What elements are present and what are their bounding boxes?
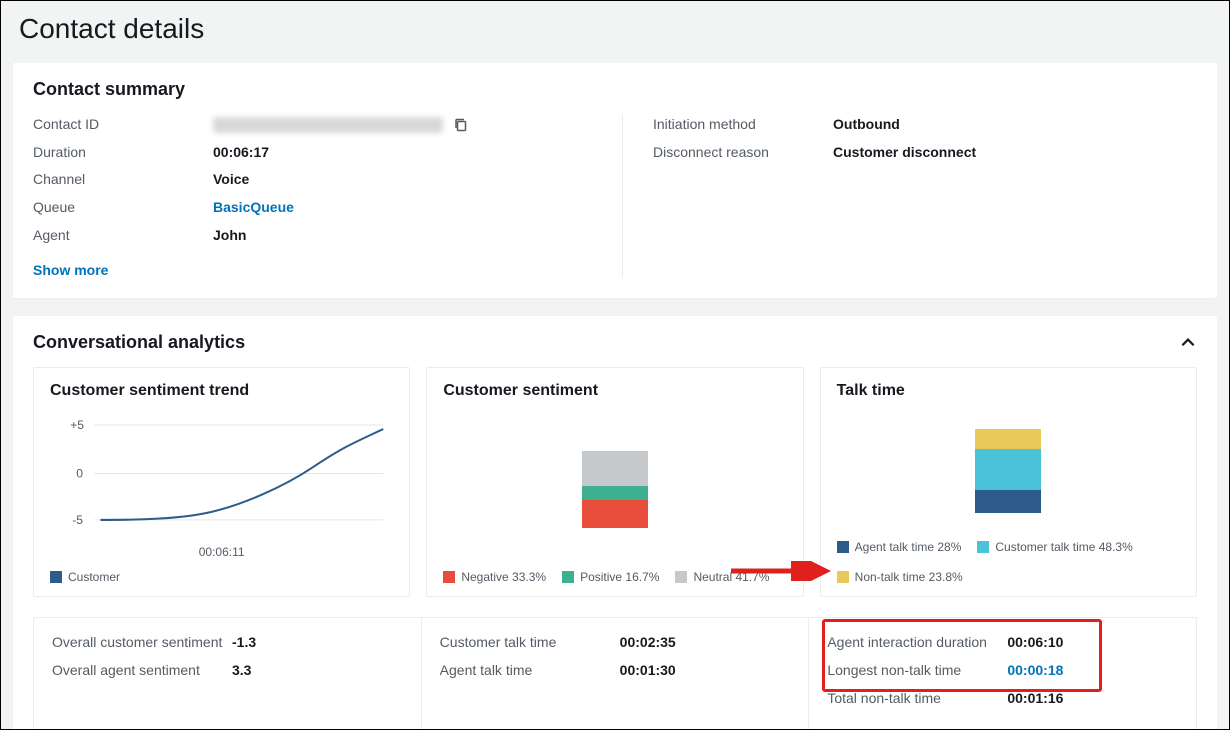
agent-talk-time-value: 00:01:30 (620, 660, 676, 682)
stat-label: Overall customer sentiment (52, 632, 232, 654)
kv-label: Agent (33, 225, 213, 247)
conversational-analytics-title: Conversational analytics (33, 332, 245, 353)
collapse-toggle[interactable] (1179, 334, 1197, 352)
legend-item: Neutral 41.7% (675, 570, 769, 584)
trend-x-label: 00:06:11 (50, 545, 393, 559)
sentiment-stacked-bar (582, 444, 648, 528)
page-title: Contact details (1, 1, 1229, 63)
seg-customer-talk (975, 449, 1041, 490)
show-more-link[interactable]: Show more (33, 262, 108, 278)
legend-label: Customer talk time 48.3% (995, 540, 1132, 554)
seg-non-talk (975, 429, 1041, 449)
talktime-stacked-bar (975, 429, 1041, 513)
kv-label: Duration (33, 142, 213, 164)
legend-item: Customer talk time 48.3% (977, 540, 1132, 554)
agent-value: John (213, 225, 246, 247)
customer-sentiment-panel: Customer sentiment Negative 33.3% (426, 367, 803, 597)
stat-label: Customer talk time (440, 632, 620, 654)
contact-id-value (213, 114, 469, 136)
legend-item: Positive 16.7% (562, 570, 659, 584)
queue-link[interactable]: BasicQueue (213, 197, 294, 219)
swatch-non-talk (837, 571, 849, 583)
seg-neutral (582, 451, 648, 486)
stats-col-2: Customer talk time 00:02:35 Agent talk t… (421, 618, 809, 729)
swatch-negative (443, 571, 455, 583)
svg-text:0: 0 (76, 467, 83, 481)
sentiment-trend-chart: +5 0 -5 (50, 413, 393, 538)
legend-label: Agent talk time 28% (855, 540, 962, 554)
legend-label: Positive 16.7% (580, 570, 659, 584)
legend-item: Negative 33.3% (443, 570, 546, 584)
contact-summary-card: Contact summary Contact ID (13, 63, 1217, 298)
kv-label: Queue (33, 197, 213, 219)
overall-agent-sentiment-value: 3.3 (232, 660, 251, 682)
channel-value: Voice (213, 169, 249, 191)
seg-positive (582, 486, 648, 500)
legend-label: Neutral 41.7% (693, 570, 769, 584)
customer-talk-time-value: 00:02:35 (620, 632, 676, 654)
summary-right-column: Initiation method Outbound Disconnect re… (623, 114, 1197, 278)
customer-sentiment-trend-panel: Customer sentiment trend +5 0 -5 00:06:1 (33, 367, 410, 597)
stats-col-1: Overall customer sentiment -1.3 Overall … (34, 618, 421, 729)
swatch-agent-talk (837, 541, 849, 553)
swatch-neutral (675, 571, 687, 583)
total-non-talk-time-value: 00:01:16 (1007, 688, 1063, 710)
legend-item: Customer (50, 570, 120, 584)
seg-negative (582, 500, 648, 528)
stat-label: Agent interaction duration (827, 632, 1007, 654)
stat-label: Longest non-talk time (827, 660, 1007, 682)
kv-label: Contact ID (33, 114, 213, 136)
stats-col-3: Agent interaction duration 00:06:10 Long… (808, 618, 1196, 729)
panel-title: Customer sentiment (443, 382, 786, 400)
stat-label: Overall agent sentiment (52, 660, 232, 682)
conversational-analytics-card: Conversational analytics Customer sentim… (13, 316, 1217, 730)
svg-text:-5: -5 (72, 513, 83, 527)
stat-label: Total non-talk time (827, 688, 1007, 710)
overall-customer-sentiment-value: -1.3 (232, 632, 256, 654)
seg-agent-talk (975, 490, 1041, 514)
duration-value: 00:06:17 (213, 142, 269, 164)
legend-label: Negative 33.3% (461, 570, 546, 584)
legend-item: Agent talk time 28% (837, 540, 962, 554)
kv-label: Disconnect reason (653, 142, 833, 164)
kv-label: Channel (33, 169, 213, 191)
summary-left-column: Contact ID Duration 00:06:17 (33, 114, 623, 278)
panel-title: Customer sentiment trend (50, 382, 393, 400)
legend-item: Non-talk time 23.8% (837, 570, 963, 584)
stat-label: Agent talk time (440, 660, 620, 682)
contact-summary-title: Contact summary (33, 79, 1197, 100)
initiation-method-value: Outbound (833, 114, 900, 136)
legend-label: Non-talk time 23.8% (855, 570, 963, 584)
panel-title: Talk time (837, 382, 1180, 400)
copy-icon[interactable] (453, 117, 469, 133)
kv-label: Initiation method (653, 114, 833, 136)
swatch-customer-talk (977, 541, 989, 553)
legend-label: Customer (68, 570, 120, 584)
stats-grid: Overall customer sentiment -1.3 Overall … (33, 617, 1197, 730)
swatch-customer (50, 571, 62, 583)
svg-text:+5: +5 (70, 418, 84, 432)
disconnect-reason-value: Customer disconnect (833, 142, 976, 164)
contact-id-blur (213, 117, 443, 133)
longest-non-talk-time-link[interactable]: 00:00:18 (1007, 660, 1063, 682)
swatch-positive (562, 571, 574, 583)
agent-interaction-duration-value: 00:06:10 (1007, 632, 1063, 654)
talk-time-panel: Talk time Agent talk time 28% (820, 367, 1197, 597)
